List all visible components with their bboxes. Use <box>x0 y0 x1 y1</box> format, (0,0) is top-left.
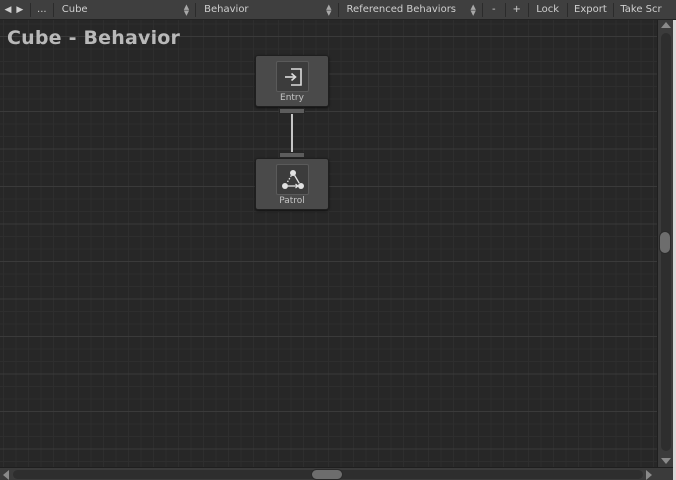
scroll-left-icon[interactable] <box>3 470 9 480</box>
toolbar-divider <box>566 2 568 17</box>
export-label: Export <box>574 4 607 15</box>
nav-buttons: ◀ ▶ <box>0 0 28 19</box>
toolbar-divider <box>195 2 197 17</box>
toolbar: ◀ ▶ ... Cube ▲ ▼ Behavior ▲ ▼ Referenced B… <box>0 0 676 20</box>
toolbar-divider <box>527 2 529 17</box>
export-button[interactable]: Export <box>570 0 612 19</box>
zoom-in-label: + <box>512 4 521 15</box>
toolbar-divider <box>52 2 54 17</box>
patrol-node[interactable]: Patrol <box>255 158 329 210</box>
graph-canvas[interactable]: Cube - Behavior Entry Patrol <box>0 20 657 467</box>
patrol-node-label: Patrol <box>279 196 305 206</box>
toolbar-divider <box>337 2 339 17</box>
scroll-right-icon[interactable] <box>646 470 652 480</box>
forward-arrow-icon[interactable]: ▶ <box>16 5 23 15</box>
vertical-scroll-thumb[interactable] <box>659 231 671 254</box>
graph-title: Cube - Behavior <box>7 27 181 49</box>
entry-icon <box>284 67 302 86</box>
dropdown-arrows-icon: ▲ ▼ <box>183 2 190 17</box>
toolbar-divider <box>504 2 506 17</box>
scroll-down-icon[interactable] <box>661 458 671 464</box>
zoom-out-label: - <box>492 4 496 15</box>
connection-line[interactable] <box>291 114 293 154</box>
more-button[interactable]: ... <box>33 0 51 19</box>
referenced-behaviors-dropdown[interactable]: Referenced Behaviors ▲ ▼ <box>341 0 480 19</box>
take-screenshot-label: Take Scr <box>620 4 662 15</box>
entry-node[interactable]: Entry <box>255 55 329 107</box>
lock-button[interactable]: Lock <box>531 0 565 19</box>
behavior-dropdown[interactable]: Behavior ▲ ▼ <box>198 0 335 19</box>
toolbar-divider <box>613 2 615 17</box>
patrol-icon-box <box>276 164 309 195</box>
dropdown-arrows-icon: ▲ ▼ <box>326 2 332 17</box>
entry-icon-box <box>276 61 309 92</box>
object-dropdown[interactable]: Cube ▲ ▼ <box>56 0 193 19</box>
take-screenshot-button[interactable]: Take Scr <box>616 0 676 19</box>
toolbar-divider <box>29 2 31 17</box>
more-label: ... <box>37 4 47 15</box>
lock-label: Lock <box>536 4 559 15</box>
horizontal-scroll-thumb[interactable] <box>311 469 343 480</box>
zoom-out-button[interactable]: - <box>485 0 503 19</box>
patrol-icon <box>281 169 304 189</box>
vertical-scrollbar[interactable] <box>657 20 673 467</box>
object-dropdown-value: Cube <box>61 4 88 15</box>
toolbar-divider <box>481 2 483 17</box>
dropdown-arrows-icon: ▲ ▼ <box>470 2 476 17</box>
behavior-dropdown-value: Behavior <box>204 4 249 15</box>
referenced-behaviors-value: Referenced Behaviors <box>346 4 457 15</box>
back-arrow-icon[interactable]: ◀ <box>5 5 12 15</box>
entry-output-port[interactable] <box>279 108 305 114</box>
scroll-up-icon[interactable] <box>661 22 671 28</box>
zoom-in-button[interactable]: + <box>508 0 526 19</box>
entry-node-label: Entry <box>280 93 304 103</box>
horizontal-scrollbar[interactable] <box>0 467 673 480</box>
